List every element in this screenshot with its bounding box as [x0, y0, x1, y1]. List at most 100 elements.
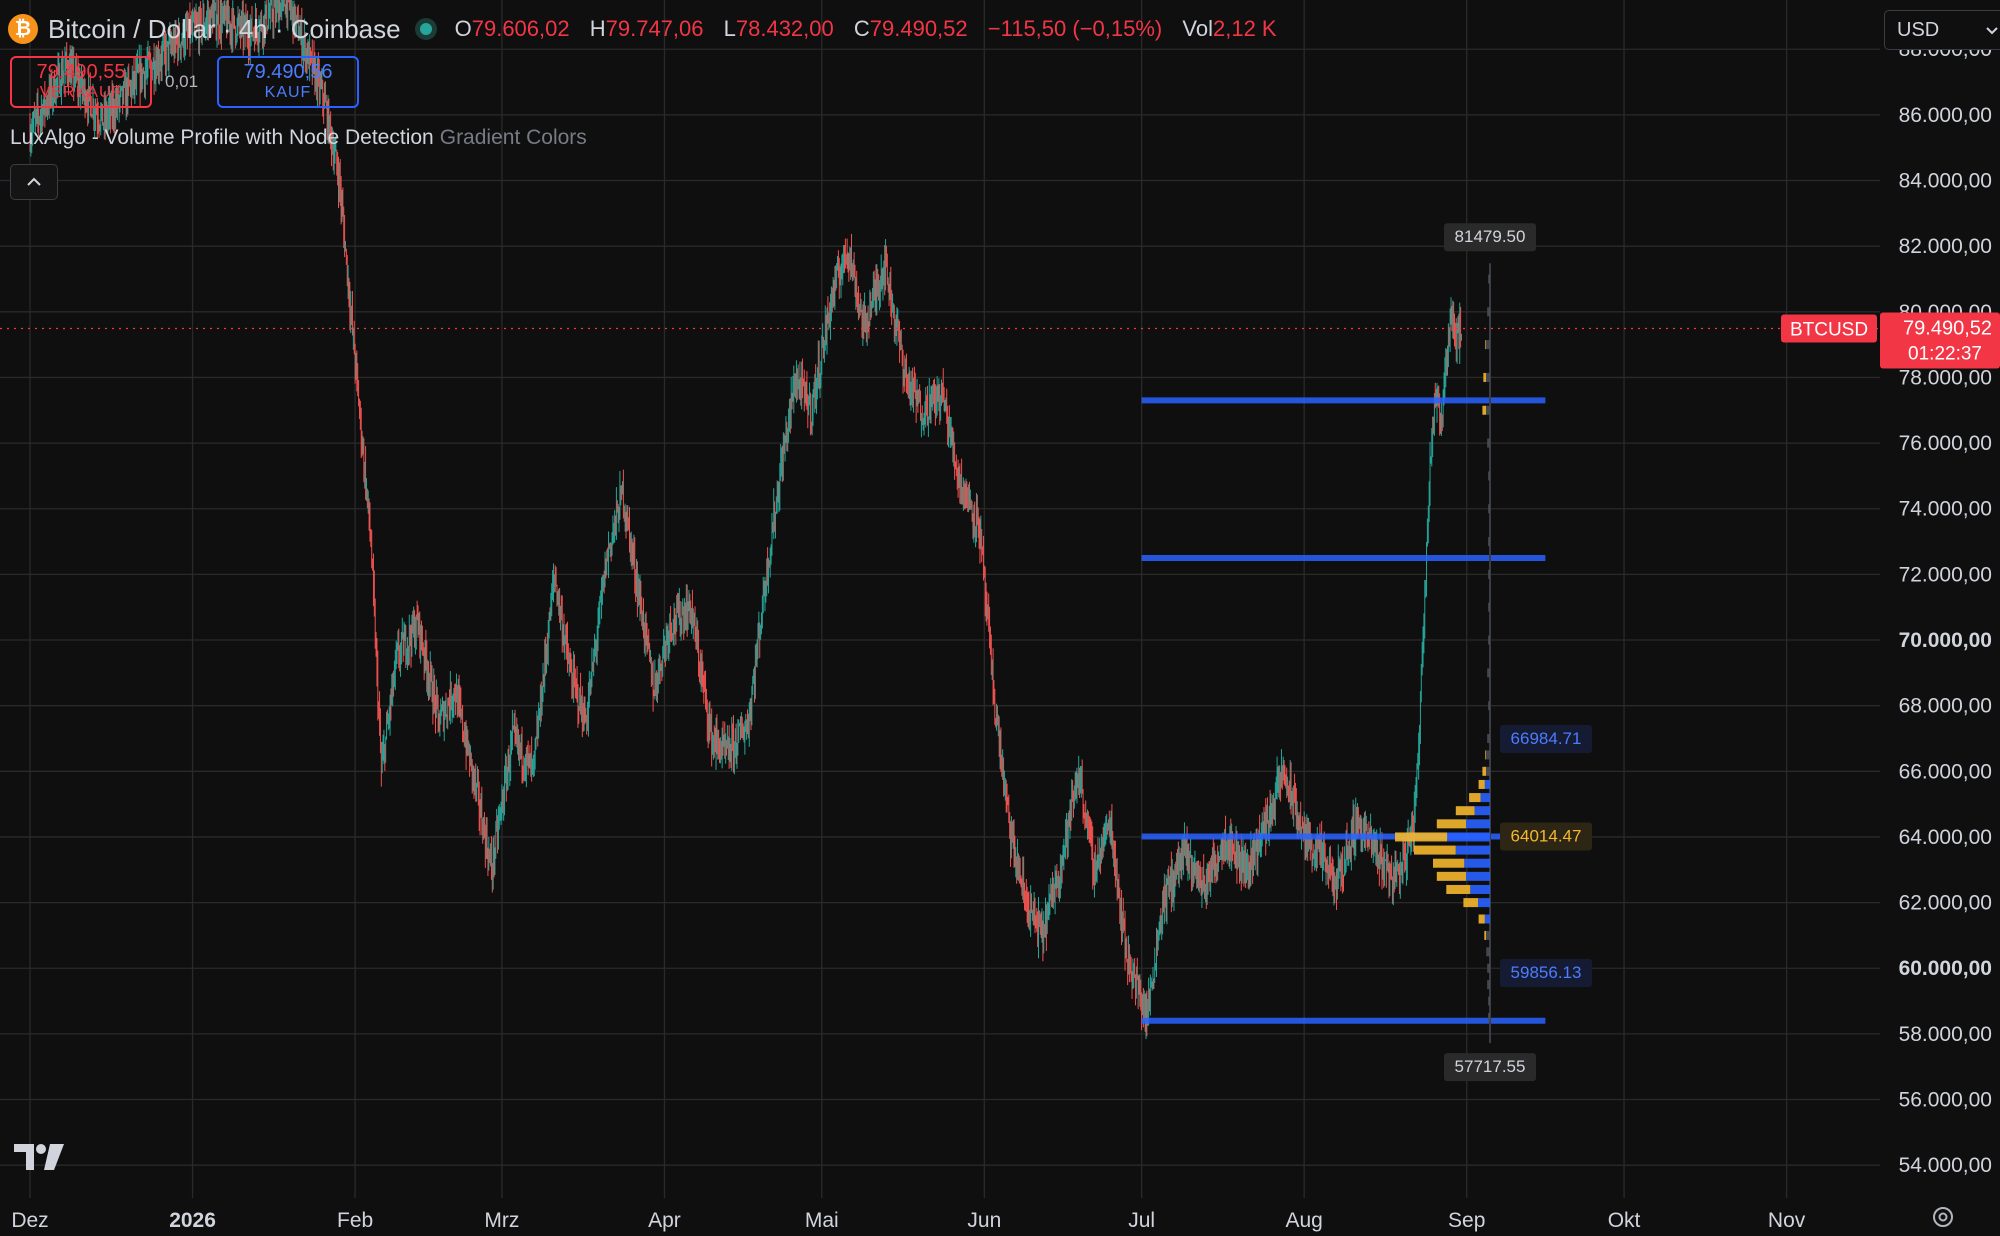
profile-bar-blue — [1466, 819, 1490, 829]
market-status-icon[interactable] — [414, 18, 437, 40]
y-tick-label: 68.000,00 — [1899, 695, 1992, 718]
symbol-title[interactable]: Bitcoin / Dollar · 4h · Coinbase — [48, 14, 401, 45]
profile-bar-gold — [1478, 779, 1485, 789]
high-label: H — [589, 16, 606, 41]
profile-bar-gold — [1485, 340, 1486, 350]
buy-button[interactable]: 79.490,56 KAUF — [217, 56, 359, 108]
profile-bar-gold — [1414, 845, 1456, 855]
y-tick-label: 70.000,00 — [1899, 629, 1992, 652]
profile-bar-blue — [1488, 635, 1490, 645]
x-tick-label: Jul — [1128, 1209, 1155, 1232]
profile-bar-blue — [1466, 871, 1490, 881]
close-label: C — [853, 16, 870, 41]
profile-bar-blue — [1474, 806, 1490, 816]
x-tick-label: 2026 — [169, 1209, 216, 1232]
price-chart[interactable]: 81479.50 66984.71 64014.47 59856.13 57717.55… — [0, 0, 2000, 1236]
profile-bar-blue — [1488, 996, 1490, 1006]
y-tick-label: 66.000,00 — [1899, 760, 1992, 783]
collapse-legend-button[interactable] — [10, 164, 58, 200]
y-axis[interactable]: 88.000,0086.000,0084.000,0082.000,0080.0… — [1880, 0, 2000, 1236]
close-value: 79.490,52 — [869, 16, 968, 41]
indicator-name[interactable]: LuxAlgo - Volume Profile with Node Detec… — [10, 126, 434, 149]
buy-label: KAUF — [264, 84, 312, 101]
open-value: 79.606,02 — [471, 16, 570, 41]
profile-bar-gold — [1484, 930, 1486, 940]
profile-bar-blue — [1486, 340, 1490, 350]
y-tick-label: 64.000,00 — [1899, 826, 1992, 849]
volume-profile — [1395, 263, 1491, 1044]
profile-bar-gold — [1483, 372, 1486, 382]
x-tick-label: Feb — [337, 1209, 373, 1232]
volume-label: Vol — [1182, 16, 1213, 41]
profile-label-range-high: 81479.50 — [1444, 223, 1536, 252]
x-axis[interactable]: Dez 2026 Feb Mrz Apr Mai Jun Jul Aug Sep Okt Nov — [0, 1198, 2000, 1236]
change-value: −115,50 (−0,15%) — [987, 16, 1163, 41]
profile-bar-gold — [1446, 884, 1471, 894]
profile-bar-blue — [1480, 793, 1490, 803]
y-tick-label: 56.000,00 — [1899, 1089, 1992, 1112]
y-tick-label: 62.000,00 — [1899, 892, 1992, 915]
volume-node-lines — [1141, 397, 1546, 1024]
x-tick-label: Nov — [1768, 1209, 1806, 1232]
profile-label-text: 81479.50 — [1455, 227, 1526, 246]
x-tick-label: Aug — [1285, 1209, 1322, 1232]
profile-bar-blue — [1484, 779, 1490, 789]
profile-bar-blue — [1488, 569, 1490, 579]
y-tick-label: 82.000,00 — [1899, 235, 1992, 258]
y-tick-label: 60.000,00 — [1899, 957, 1992, 980]
profile-bar-blue — [1487, 980, 1490, 990]
profile-bar-blue — [1447, 832, 1490, 842]
bitcoin-icon: ₿ — [8, 14, 38, 44]
profile-bar-blue — [1488, 471, 1490, 481]
indicator-legend[interactable]: LuxAlgo - Volume Profile with Node Detec… — [10, 126, 587, 150]
profile-label-text: 59856.13 — [1511, 963, 1582, 982]
profile-label-value-area-high: 66984.71 — [1500, 724, 1592, 753]
x-tick-label: Mai — [805, 1209, 839, 1232]
profile-bar-blue — [1488, 274, 1490, 284]
profile-bar-blue — [1487, 733, 1490, 743]
low-label: L — [723, 16, 736, 41]
buy-price: 79.490,56 — [243, 61, 333, 83]
profile-bar-blue — [1487, 963, 1490, 973]
open-label: O — [454, 16, 472, 41]
profile-label-range-low: 57717.55 — [1444, 1053, 1536, 1082]
profile-bar-blue — [1455, 845, 1490, 855]
price-tag-value: 79.490,52 — [1903, 318, 1992, 340]
chart-settings-gear-icon[interactable] — [1930, 1204, 1956, 1230]
profile-bar-gold — [1478, 914, 1485, 924]
volume-value: 2,12 K — [1212, 16, 1277, 41]
profile-bar-gold — [1482, 766, 1486, 776]
profile-bar-blue — [1464, 858, 1490, 868]
sell-price: 79.490,55 — [36, 61, 126, 83]
x-tick-label: Mrz — [484, 1209, 519, 1232]
profile-bar-blue — [1484, 914, 1490, 924]
profile-bar-gold — [1485, 750, 1486, 760]
profile-bar-gold — [1455, 806, 1475, 816]
chevron-up-icon — [27, 177, 41, 186]
y-tick-label: 76.000,00 — [1899, 432, 1992, 455]
profile-bar-blue — [1488, 602, 1490, 612]
x-tick-label: Dez — [11, 1209, 48, 1232]
profile-bar-blue — [1488, 537, 1490, 547]
y-tick-label: 72.000,00 — [1899, 563, 1992, 586]
profile-label-text: 57717.55 — [1455, 1057, 1526, 1076]
low-value: 78.432,00 — [735, 16, 834, 41]
profile-bar-gold — [1436, 819, 1467, 829]
profile-bar-gold — [1433, 858, 1465, 868]
profile-bar-blue — [1487, 438, 1490, 448]
profile-bar-gold — [1463, 898, 1479, 908]
y-tick-label: 58.000,00 — [1899, 1023, 1992, 1046]
profile-bar-blue — [1487, 668, 1490, 678]
currency-select[interactable]: USD — [1884, 10, 2000, 50]
profile-bar-blue — [1486, 405, 1490, 415]
sell-button[interactable]: 79.490,55 VERKAUF — [10, 56, 152, 108]
y-tick-label: 86.000,00 — [1899, 104, 1992, 127]
tradingview-logo-icon[interactable] — [14, 1142, 66, 1172]
sell-label: VERKAUF — [39, 84, 123, 101]
profile-bar-gold — [1482, 405, 1486, 415]
profile-label-text: 66984.71 — [1511, 729, 1582, 748]
symbol-header: ₿ Bitcoin / Dollar · 4h · Coinbase O79.6… — [8, 10, 1277, 48]
candle-series — [29, 0, 1462, 1040]
y-tick-label: 84.000,00 — [1899, 170, 1992, 193]
y-tick-label: 78.000,00 — [1899, 366, 1992, 389]
